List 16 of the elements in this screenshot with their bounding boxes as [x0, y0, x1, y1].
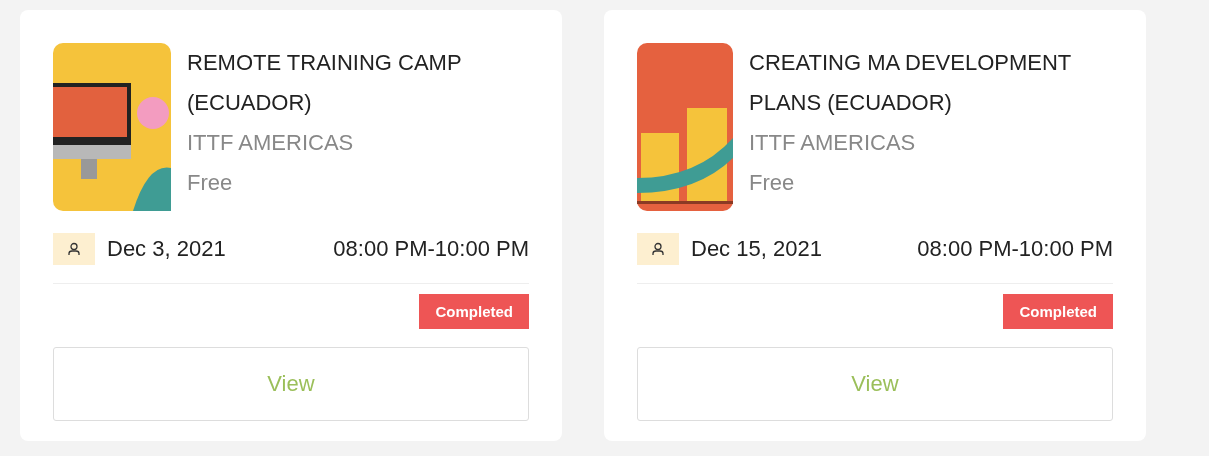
- event-time: 08:00 PM-10:00 PM: [917, 236, 1113, 262]
- price-label: Free: [187, 169, 234, 197]
- event-title: REMOTE TRAINING CAMP (ECUADOR): [187, 49, 463, 117]
- person-icon: [53, 233, 95, 265]
- price-label: Free: [749, 169, 796, 197]
- view-button[interactable]: View: [53, 347, 529, 421]
- person-icon: [637, 233, 679, 265]
- view-button[interactable]: View: [637, 347, 1113, 421]
- event-date: Dec 15, 2021: [691, 236, 822, 262]
- event-time: 08:00 PM-10:00 PM: [333, 236, 529, 262]
- status-badge: Completed: [419, 294, 529, 329]
- organizer-name: ITTF AMERICAS: [187, 129, 355, 157]
- event-date: Dec 3, 2021: [107, 236, 226, 262]
- status-badge: Completed: [1003, 294, 1113, 329]
- organizer-name: ITTF AMERICAS: [749, 129, 917, 157]
- event-title: CREATING MA DEVELOPMENT PLANS (ECUADOR): [749, 49, 1072, 117]
